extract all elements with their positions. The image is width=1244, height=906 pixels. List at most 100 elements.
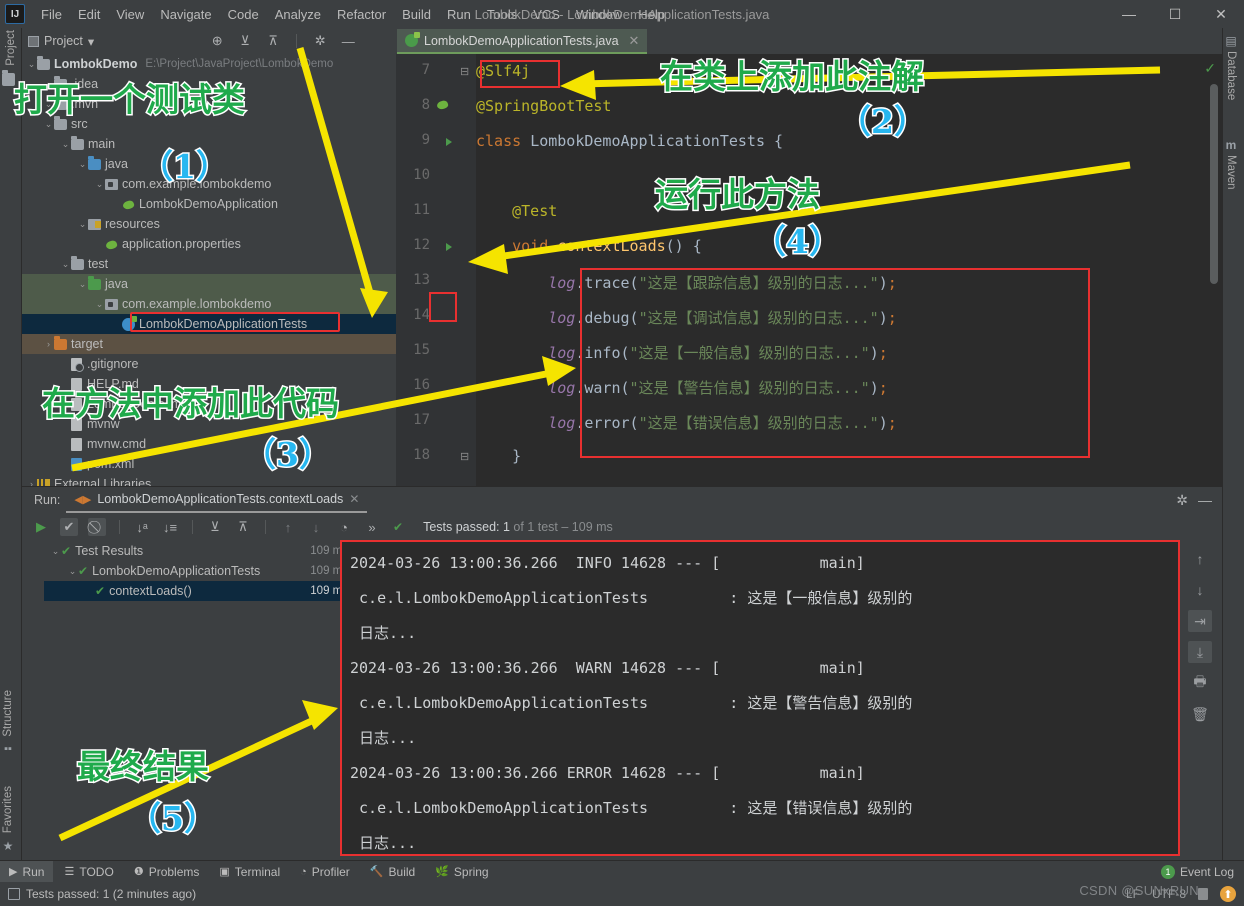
menu-item-analyze[interactable]: Analyze (267, 3, 329, 26)
tree-node-test[interactable]: ⌄ test (22, 254, 396, 274)
expand-arrow-icon[interactable]: ⌄ (26, 59, 37, 70)
bottom-tab-profiler[interactable]: ◔ Profiler (291, 861, 359, 883)
updates-available-icon[interactable]: ⬆ (1220, 886, 1236, 902)
code-content[interactable]: @Slf4j @SpringBootTest class LombokDemoApp… (476, 54, 1200, 486)
tree-node-external-libraries[interactable]: › External Libraries (22, 474, 396, 486)
more-actions-icon[interactable]: » (363, 518, 381, 536)
settings-gear-icon[interactable]: ✲ (312, 33, 328, 49)
bottom-tab-problems[interactable]: ❶ Problems (125, 861, 209, 883)
hide-panel-icon[interactable]: — (340, 33, 356, 49)
tree-node-com-example-lombokdemo[interactable]: ⌄ com.example.lombokdemo (22, 294, 396, 314)
test-tree-row[interactable]: ⌄ ✔ LombokDemoApplicationTests 109 ms (44, 561, 354, 581)
tree-node-java[interactable]: ⌄ java (22, 154, 396, 174)
scroll-up-icon[interactable]: ↑ (1188, 548, 1212, 570)
sort-alphabetically-icon[interactable]: ↓ᵃ (133, 518, 151, 536)
settings-gear-icon[interactable]: ✲ (1176, 492, 1188, 509)
tree-node-application-properties[interactable]: application.properties (22, 234, 396, 254)
sidebar-item-favorites[interactable]: Favorites ★ (2, 786, 14, 853)
tree-node-lombokdemoapplication[interactable]: LombokDemoApplication (22, 194, 396, 214)
expand-arrow-icon[interactable]: ⌄ (94, 179, 105, 190)
scroll-to-end-icon[interactable]: ⤓ (1188, 641, 1212, 663)
show-passed-icon[interactable]: ✔ (60, 518, 78, 536)
sidebar-item-project[interactable]: Project (2, 30, 19, 86)
hide-ignored-icon[interactable]: ⃠ (88, 518, 106, 536)
collapse-all-icon[interactable]: ⊼ (265, 33, 281, 49)
test-tree-row[interactable]: ⌄ ✔ Test Results 109 ms (44, 541, 354, 561)
menu-item-code[interactable]: Code (220, 3, 267, 26)
lock-icon[interactable] (1198, 888, 1208, 900)
editor-scrollbar[interactable]: ✓ (1200, 54, 1222, 486)
expand-all-icon[interactable]: ⊻ (237, 33, 253, 49)
maximize-button[interactable]: ☐ (1152, 0, 1198, 28)
menu-item-help[interactable]: Help (630, 3, 673, 26)
code-fold-icon[interactable]: ⊟ (460, 450, 469, 463)
test-tree-row[interactable]: ✔ contextLoads() 109 ms (44, 581, 354, 601)
menu-item-file[interactable]: File (33, 3, 70, 26)
tree-node-target[interactable]: › target (22, 334, 396, 354)
run-test-gutter-icon[interactable] (436, 133, 454, 151)
expand-arrow-icon[interactable]: › (43, 339, 54, 349)
tree-node--gitignore[interactable]: .gitignore (22, 354, 396, 374)
expand-arrow-icon[interactable]: ⌄ (77, 159, 88, 170)
bottom-tab-spring[interactable]: 🌿 Spring (426, 861, 497, 883)
scroll-down-icon[interactable]: ↓ (1188, 579, 1212, 601)
sidebar-item-structure[interactable]: Structure ▪▪ (2, 690, 14, 755)
sort-by-duration-icon[interactable]: ↓≡ (161, 518, 179, 536)
test-history-icon[interactable]: ◔ (335, 518, 353, 536)
tree-node-main[interactable]: ⌄ main (22, 134, 396, 154)
event-log-button[interactable]: 1 Event Log (1160, 864, 1234, 879)
tree-node-mvnw-cmd[interactable]: mvnw.cmd (22, 434, 396, 454)
expand-arrow-icon[interactable]: ⌄ (77, 279, 88, 290)
tree-node--mvn[interactable]: ⌄ .mvn (22, 94, 396, 114)
expand-arrow-icon[interactable]: ⌄ (94, 299, 105, 310)
hide-panel-icon[interactable]: — (1198, 492, 1212, 508)
editor-tab[interactable]: LombokDemoApplicationTests.java ✕ (397, 29, 648, 54)
tree-node--idea[interactable]: › .idea (22, 74, 396, 94)
menu-item-run[interactable]: Run (439, 3, 479, 26)
run-configuration-tab[interactable]: ◀▶ LombokDemoApplicationTests.contextLoa… (66, 487, 368, 513)
clear-all-icon[interactable]: 🗑 (1188, 703, 1212, 725)
project-view-selector[interactable]: Project ▾ (28, 34, 94, 49)
tree-node-lombokdemoapplicationtests[interactable]: LombokDemoApplicationTests (22, 314, 396, 334)
bottom-tab-run[interactable]: ▶ Run (0, 860, 54, 883)
menu-item-edit[interactable]: Edit (70, 3, 108, 26)
scrollbar-thumb[interactable] (1210, 84, 1218, 284)
spring-bean-gutter-icon[interactable] (436, 98, 454, 116)
project-tree[interactable]: ⌄ LombokDemo E:\Project\JavaProject\Lombok… (22, 54, 396, 486)
minimize-button[interactable]: — (1106, 0, 1152, 28)
locate-file-icon[interactable]: ⊕ (209, 33, 225, 49)
soft-wrap-icon[interactable]: ⇥ (1188, 610, 1212, 632)
expand-arrow-icon[interactable]: ⌄ (43, 119, 54, 130)
menu-item-tools[interactable]: Tools (479, 3, 525, 26)
menu-item-view[interactable]: View (108, 3, 152, 26)
sidebar-item-database[interactable]: ▤ Database (1225, 34, 1237, 100)
tree-node-java[interactable]: ⌄ java (22, 274, 396, 294)
menu-item-window[interactable]: Window (568, 3, 630, 26)
close-button[interactable]: ✕ (1198, 0, 1244, 28)
tree-node-mvnw[interactable]: mvnw (22, 414, 396, 434)
expand-arrow-icon[interactable]: ⌄ (50, 546, 61, 557)
expand-arrow-icon[interactable]: › (26, 479, 37, 486)
close-icon[interactable]: ✕ (629, 33, 640, 49)
menu-item-build[interactable]: Build (394, 3, 439, 26)
code-editor[interactable]: 7 ⊟ 8 9 10 11 12 13 14 15 16 17 18 ⊟ @Slf4j @SpringBoo… (396, 54, 1222, 486)
tree-node-com-example-lombokdemo[interactable]: ⌄ com.example.lombokdemo (22, 174, 396, 194)
sidebar-item-maven[interactable]: m Maven (1225, 138, 1237, 190)
tree-node-src[interactable]: ⌄ src (22, 114, 396, 134)
next-test-icon[interactable]: ↓ (307, 518, 325, 536)
expand-arrow-icon[interactable]: ⌄ (67, 566, 78, 577)
expand-arrow-icon[interactable]: ⌄ (43, 99, 54, 110)
code-fold-icon[interactable]: ⊟ (460, 65, 469, 78)
run-test-gutter-icon[interactable] (436, 238, 454, 256)
bottom-tab-terminal[interactable]: ▣ Terminal (210, 861, 289, 883)
menu-item-navigate[interactable]: Navigate (152, 3, 219, 26)
expand-arrow-icon[interactable]: ⌄ (77, 219, 88, 230)
tree-node-lombokdemo-iml[interactable]: LombokDemo.iml (22, 394, 396, 414)
expand-arrow-icon[interactable]: ⌄ (60, 259, 71, 270)
rerun-tests-icon[interactable]: ▶ (32, 518, 50, 536)
close-icon[interactable]: ✕ (349, 492, 359, 506)
tree-node-help-md[interactable]: HELP.md (22, 374, 396, 394)
expand-all-icon[interactable]: ⊻ (206, 518, 224, 536)
console-output[interactable]: 2024-03-26 13:00:36.266 INFO 14628 --- [… (340, 540, 1180, 856)
collapse-all-icon[interactable]: ⊼ (234, 518, 252, 536)
